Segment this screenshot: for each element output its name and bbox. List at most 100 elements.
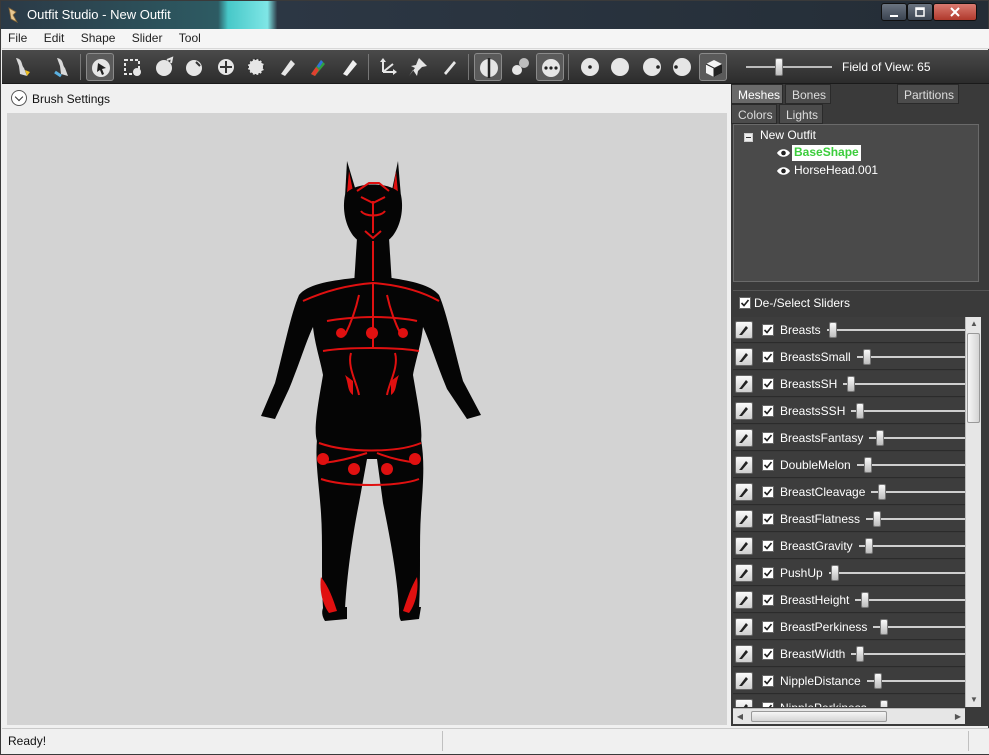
slider-list-horizontal-scrollbar[interactable]: ◀ ▶ [733, 708, 965, 724]
connected-only-toggle[interactable] [506, 53, 534, 81]
slider-thumb[interactable] [856, 403, 864, 419]
vertical-scroll-thumb[interactable] [967, 333, 980, 423]
edit-slider-button[interactable] [735, 699, 753, 707]
x-mirror-toggle[interactable] [474, 53, 502, 81]
slider-thumb[interactable] [876, 430, 884, 446]
edit-slider-button[interactable] [735, 672, 753, 690]
fov-slider-thumb[interactable] [775, 58, 783, 76]
3d-viewport[interactable] [7, 113, 727, 725]
slider-thumb[interactable] [847, 376, 855, 392]
slider-thumb[interactable] [878, 484, 886, 500]
edit-slider-button[interactable] [735, 537, 753, 555]
slider-enable-checkbox[interactable] [762, 324, 774, 336]
slider-list-vertical-scrollbar[interactable]: ▲ ▼ [965, 317, 981, 707]
slider-thumb[interactable] [856, 646, 864, 662]
slider-enable-checkbox[interactable] [762, 432, 774, 444]
edit-slider-button[interactable] [735, 402, 753, 420]
slider-enable-checkbox[interactable] [762, 486, 774, 498]
tab-bones[interactable]: Bones [785, 84, 831, 104]
menu-shape[interactable]: Shape [75, 29, 122, 45]
weld-button[interactable] [48, 53, 76, 81]
edit-slider-button[interactable] [735, 321, 753, 339]
view-right-button[interactable] [668, 53, 696, 81]
close-button[interactable] [933, 3, 977, 21]
scroll-up-arrow-icon[interactable]: ▲ [966, 317, 982, 331]
slider-thumb[interactable] [873, 511, 881, 527]
edit-slider-button[interactable] [735, 348, 753, 366]
slider-track[interactable] [851, 653, 965, 655]
horizontal-scroll-thumb[interactable] [751, 711, 887, 722]
slider-track[interactable] [855, 599, 965, 601]
scroll-left-arrow-icon[interactable]: ◀ [733, 709, 747, 725]
deflate-tool-button[interactable] [180, 53, 208, 81]
slider-enable-checkbox[interactable] [762, 378, 774, 390]
tab-lights[interactable]: Lights [779, 104, 823, 124]
slider-enable-checkbox[interactable] [762, 675, 774, 687]
tree-root-new-outfit[interactable]: New Outfit [760, 128, 816, 144]
slider-enable-checkbox[interactable] [762, 648, 774, 660]
perspective-toggle[interactable] [699, 53, 727, 81]
slider-track[interactable] [843, 383, 965, 385]
field-of-view-slider[interactable] [746, 58, 832, 76]
view-front-button[interactable] [576, 53, 604, 81]
menu-file[interactable]: File [2, 29, 33, 45]
slider-enable-checkbox[interactable] [762, 594, 774, 606]
slider-enable-checkbox[interactable] [762, 540, 774, 552]
edit-slider-button[interactable] [735, 564, 753, 582]
slider-enable-checkbox[interactable] [762, 567, 774, 579]
tab-colors[interactable]: Colors [731, 104, 777, 124]
slider-track[interactable] [829, 572, 965, 574]
edit-slider-button[interactable] [735, 429, 753, 447]
view-back-button[interactable] [606, 53, 634, 81]
slider-thumb[interactable] [863, 349, 871, 365]
slider-thumb[interactable] [880, 619, 888, 635]
vertex-points-toggle[interactable] [536, 53, 564, 81]
slider-track[interactable] [857, 464, 965, 466]
slider-enable-checkbox[interactable] [762, 621, 774, 633]
edit-slider-button[interactable] [735, 618, 753, 636]
collapse-icon[interactable] [744, 133, 753, 142]
menu-slider[interactable]: Slider [126, 29, 169, 45]
edit-slider-button[interactable] [735, 591, 753, 609]
slider-thumb[interactable] [865, 538, 873, 554]
color-brush-button[interactable] [304, 53, 332, 81]
slider-enable-checkbox[interactable] [762, 405, 774, 417]
pivot-tool-button[interactable] [404, 53, 432, 81]
slider-track[interactable] [851, 410, 965, 412]
mask-tool-button[interactable] [118, 53, 146, 81]
select-all-sliders-checkbox[interactable] [739, 297, 751, 309]
tree-item-horsehead[interactable]: HorseHead.001 [794, 163, 878, 179]
scroll-down-arrow-icon[interactable]: ▼ [966, 693, 982, 707]
edit-slider-button[interactable] [735, 456, 753, 474]
conform-button[interactable] [8, 53, 36, 81]
edit-slider-button[interactable] [735, 645, 753, 663]
brush-settings-bar[interactable]: Brush Settings [7, 87, 727, 111]
edit-slider-button[interactable] [735, 483, 753, 501]
transform-tool-button[interactable] [374, 53, 402, 81]
slider-track[interactable] [857, 356, 965, 358]
edit-slider-button[interactable] [735, 510, 753, 528]
menu-edit[interactable]: Edit [38, 29, 71, 45]
scroll-right-arrow-icon[interactable]: ▶ [951, 709, 965, 725]
tree-item-baseshape[interactable]: BaseShape [792, 145, 861, 161]
slider-thumb[interactable] [831, 565, 839, 581]
slider-thumb[interactable] [829, 322, 837, 338]
menu-tool[interactable]: Tool [173, 29, 207, 45]
smooth-tool-button[interactable] [242, 53, 270, 81]
alpha-brush-button[interactable] [336, 53, 364, 81]
slider-enable-checkbox[interactable] [762, 351, 774, 363]
minimize-button[interactable] [881, 3, 907, 21]
partitions-button[interactable]: Partitions [897, 84, 959, 104]
view-left-button[interactable] [638, 53, 666, 81]
slider-thumb[interactable] [880, 700, 888, 707]
visibility-eye-icon[interactable] [776, 166, 791, 176]
slider-track[interactable] [827, 329, 965, 331]
select-tool-button[interactable] [86, 53, 114, 81]
slider-track[interactable] [859, 545, 965, 547]
slider-thumb[interactable] [874, 673, 882, 689]
slider-enable-checkbox[interactable] [762, 702, 774, 707]
expand-chevron-icon[interactable] [11, 90, 27, 106]
slider-thumb[interactable] [864, 457, 872, 473]
edit-slider-button[interactable] [735, 375, 753, 393]
slider-enable-checkbox[interactable] [762, 459, 774, 471]
